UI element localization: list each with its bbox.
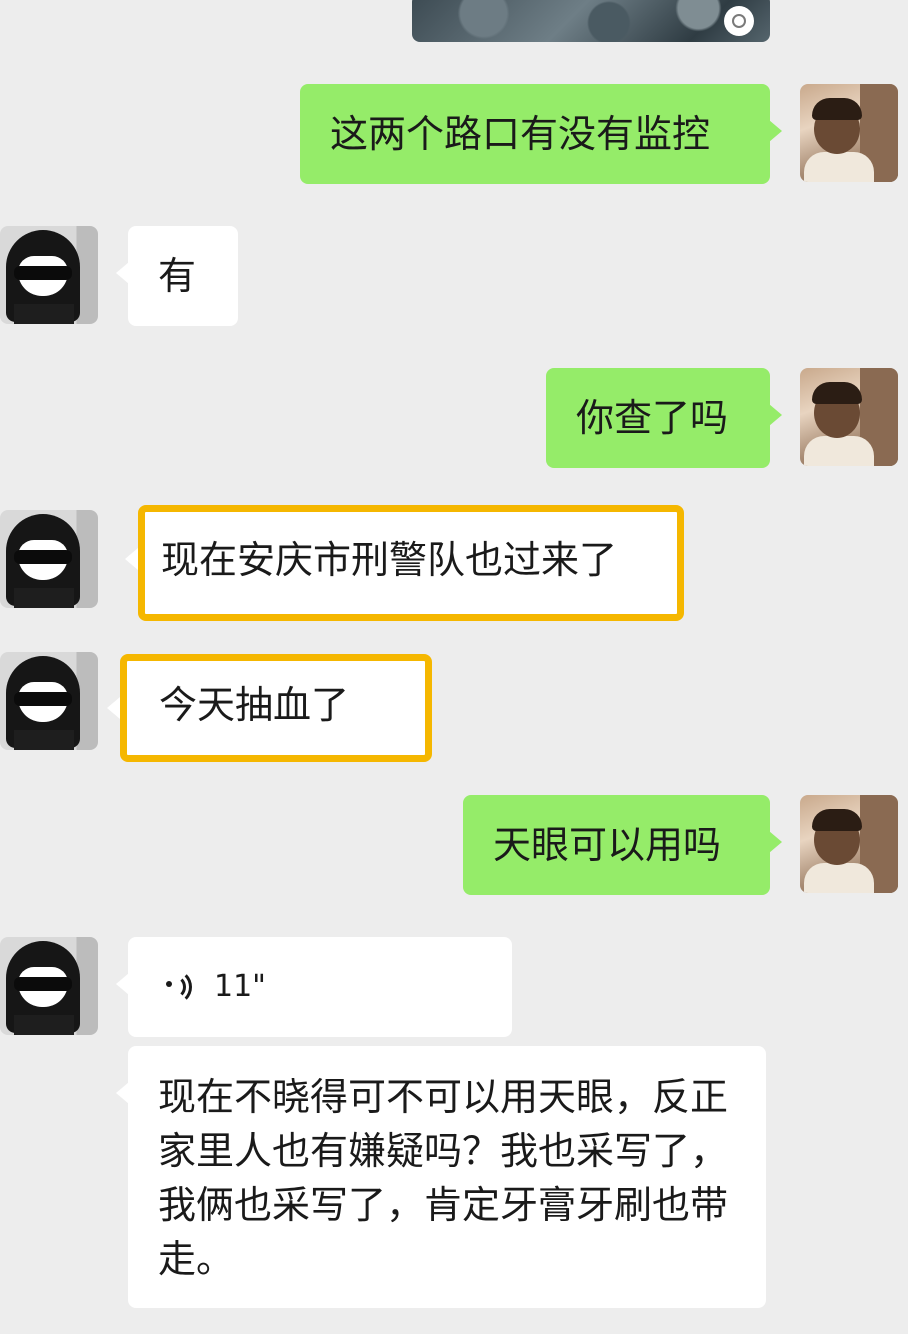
message-text: 你查了吗: [576, 396, 729, 440]
message-bubble-incoming-highlighted[interactable]: 现在安庆市刑警队也过来了: [125, 505, 684, 621]
message-text: 这两个路口有没有监控: [330, 112, 711, 156]
message-text: 天眼可以用吗: [493, 823, 722, 867]
contact-avatar[interactable]: [0, 652, 98, 750]
voice-duration: 11": [214, 969, 266, 1004]
message-bubble-outgoing[interactable]: 天眼可以用吗: [463, 795, 782, 895]
transcription-text: 现在不晓得可不可以用天眼，反正家里人也有嫌疑吗？我也采写了，我俩也采写了，肯定牙…: [158, 1075, 729, 1281]
contact-avatar[interactable]: [0, 937, 98, 1035]
message-text: 现在安庆市刑警队也过来了: [161, 538, 618, 582]
message-text: 今天抽血了: [159, 683, 350, 727]
my-avatar[interactable]: [800, 84, 898, 182]
voice-transcription[interactable]: 现在不晓得可不可以用天眼，反正家里人也有嫌疑吗？我也采写了，我俩也采写了，肯定牙…: [116, 1046, 766, 1308]
image-message[interactable]: [412, 0, 770, 42]
voice-wave-icon: [164, 969, 198, 1005]
message-bubble-incoming[interactable]: 有: [116, 226, 238, 326]
message-bubble-outgoing[interactable]: 你查了吗: [546, 368, 782, 468]
message-bubble-incoming-highlighted[interactable]: 今天抽血了: [107, 654, 432, 762]
my-avatar[interactable]: [800, 368, 898, 466]
voice-message[interactable]: 11": [116, 937, 512, 1037]
my-avatar[interactable]: [800, 795, 898, 893]
contact-avatar[interactable]: [0, 510, 98, 608]
media-indicator-icon: [724, 6, 754, 36]
message-bubble-outgoing[interactable]: 这两个路口有没有监控: [300, 84, 782, 184]
contact-avatar[interactable]: [0, 226, 98, 324]
chat-conversation: 这两个路口有没有监控 有 你查了吗 现在安庆市刑警队也过来了 今天抽血了 天眼可…: [0, 0, 908, 1334]
message-text: 有: [158, 254, 197, 298]
